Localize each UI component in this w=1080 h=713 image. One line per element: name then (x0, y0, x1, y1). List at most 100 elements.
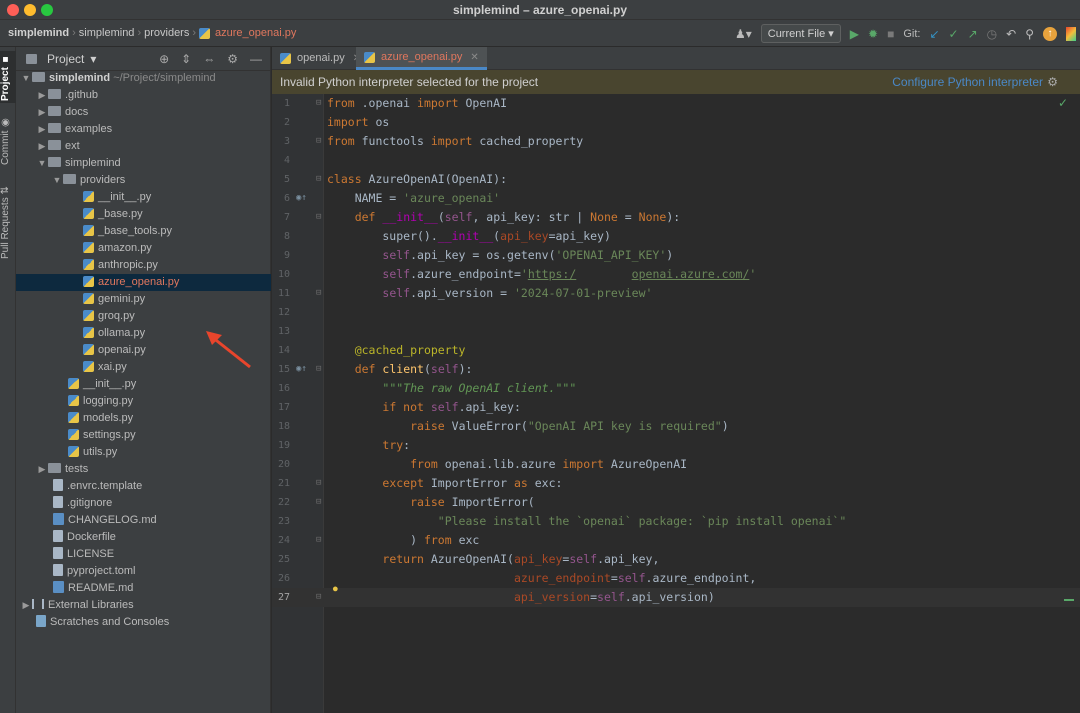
configure-interpreter-link[interactable]: Configure Python interpreter (892, 70, 1043, 94)
tree-item-file[interactable]: .envrc.template (16, 478, 271, 495)
tree-item-examples[interactable]: ▶ examples (16, 121, 271, 138)
gear-icon[interactable]: ⚙ (1047, 70, 1058, 94)
tree-item-file[interactable]: anthropic.py (16, 257, 271, 274)
tree-item-simplemind[interactable]: ▼ simplemind (16, 155, 271, 172)
tab-commit-toolwindow[interactable]: Commit ◉ (0, 115, 16, 167)
tree-item-file[interactable]: settings.py (16, 427, 271, 444)
tree-item-file[interactable]: logging.py (16, 393, 271, 410)
chevron-right-icon[interactable]: ▶ (36, 461, 48, 478)
code-line: 25 return AzureOpenAI(api_key=self.api_k… (272, 550, 1080, 569)
run-icon[interactable]: ▶ (850, 27, 859, 41)
locate-file-icon[interactable]: ⊕ (159, 52, 169, 66)
user-icon[interactable]: ♟▾ (735, 27, 752, 41)
tree-item-docs[interactable]: ▶ docs (16, 104, 271, 121)
tree-item-file[interactable]: Dockerfile (16, 529, 271, 546)
tab-project-toolwindow[interactable]: Project ■ (0, 51, 16, 103)
fold-marker-icon[interactable]: ⊟ (316, 493, 324, 512)
chevron-down-icon[interactable]: ▾ (90, 52, 96, 66)
tree-item-github[interactable]: ▶ .github (16, 87, 271, 104)
tree-item-file[interactable]: .gitignore (16, 495, 271, 512)
fold-marker-icon[interactable]: ⊟ (316, 94, 324, 113)
tree-item-external-libraries[interactable]: ▶ External Libraries (16, 597, 271, 614)
override-icon[interactable]: ◉↑ (296, 189, 307, 208)
tree-item-file[interactable]: __init__.py (16, 376, 271, 393)
git-commit-icon[interactable]: ✓ (949, 27, 959, 41)
fold-marker-icon[interactable]: ⊟ (316, 531, 324, 550)
tree-item-file[interactable]: CHANGELOG.md (16, 512, 271, 529)
code-line: 23 "Please install the `openai` package:… (272, 512, 1080, 531)
fold-marker-icon[interactable]: ⊟ (316, 360, 324, 379)
search-icon[interactable]: ⚲ (1025, 27, 1034, 41)
tab-azure-openai-py[interactable]: azure_openai.py ✕ (356, 47, 487, 70)
expand-all-icon[interactable]: ⇕ (181, 52, 191, 66)
chevron-down-icon[interactable]: ▼ (51, 172, 63, 189)
chevron-down-icon[interactable]: ▼ (20, 70, 32, 87)
chevron-right-icon[interactable]: ▶ (36, 121, 48, 138)
tab-pull-requests-toolwindow[interactable]: Pull Requests ⇅ (0, 183, 16, 263)
history-icon[interactable]: ◷ (987, 27, 997, 41)
tree-root-path: ~/Project/simplemind (113, 72, 216, 84)
fold-marker-icon[interactable]: ⊟ (316, 132, 324, 151)
chevron-right-icon[interactable]: ▶ (20, 597, 32, 614)
tree-item-file[interactable]: _base.py (16, 206, 271, 223)
tree-item-file[interactable]: amazon.py (16, 240, 271, 257)
project-panel-title[interactable]: Project (47, 52, 84, 66)
fold-marker-icon[interactable]: ⊟ (316, 208, 324, 227)
stop-icon[interactable]: ■ (887, 27, 894, 41)
chevron-right-icon[interactable]: ▶ (36, 104, 48, 121)
git-push-icon[interactable]: ↗ (968, 27, 978, 41)
tree-item-label: README.md (68, 582, 134, 594)
git-update-icon[interactable]: ↙ (929, 27, 939, 41)
tree-item-file[interactable]: groq.py (16, 308, 271, 325)
tree-item-file[interactable]: README.md (16, 580, 271, 597)
gear-icon[interactable]: ⚙ (227, 52, 238, 66)
hide-panel-icon[interactable]: — (250, 52, 262, 66)
debug-icon[interactable]: ✹ (868, 27, 878, 41)
fold-marker-icon[interactable]: ⊟ (316, 170, 324, 189)
fold-marker-icon[interactable]: ⊟ (316, 474, 324, 493)
chevron-right-icon[interactable]: ▶ (36, 87, 48, 104)
tree-item-label: .github (65, 89, 99, 101)
jetbrains-logo-icon[interactable] (1066, 26, 1076, 41)
run-configuration-select[interactable]: Current File ▾ (760, 24, 841, 43)
override-icon[interactable]: ◉↑ (296, 360, 307, 379)
python-file-icon (280, 53, 291, 64)
python-file-icon (68, 395, 79, 406)
tree-item-file[interactable]: _base_tools.py (16, 223, 271, 240)
tree-item-file[interactable]: pyproject.toml (16, 563, 271, 580)
tree-item-providers[interactable]: ▼ providers (16, 172, 271, 189)
chevron-right-icon: › (137, 27, 142, 39)
breadcrumb-item[interactable]: simplemind (79, 27, 135, 39)
collapse-all-icon[interactable]: ⇔ (203, 52, 215, 66)
fold-marker-icon[interactable]: ⊟ (316, 588, 324, 607)
code-line: 26 azure_endpoint=self.azure_endpoint, (272, 569, 1080, 588)
python-file-icon (68, 429, 79, 440)
tab-openai-py[interactable]: openai.py✕ (272, 47, 369, 70)
tree-item-file[interactable]: LICENSE (16, 546, 271, 563)
tree-item-file[interactable]: __init__.py (16, 189, 271, 206)
breadcrumb-item[interactable]: azure_openai.py (215, 27, 296, 39)
lightbulb-icon[interactable]: ● (332, 583, 339, 595)
tree-item-ext[interactable]: ▶ ext (16, 138, 271, 155)
close-icon[interactable]: ✕ (470, 46, 478, 69)
rollback-icon[interactable]: ↶ (1006, 27, 1016, 41)
fold-marker-icon[interactable]: ⊟ (316, 284, 324, 303)
tree-item-label: .gitignore (67, 497, 113, 509)
chevron-right-icon[interactable]: ▶ (36, 138, 48, 155)
tree-item-file-selected[interactable]: azure_openai.py (16, 274, 271, 291)
tree-item-scratches[interactable]: Scratches and Consoles (16, 614, 271, 631)
scroll-marker[interactable] (1064, 599, 1074, 601)
update-icon[interactable]: ↑ (1043, 26, 1057, 41)
tree-item-file[interactable]: utils.py (16, 444, 271, 461)
tree-item-file[interactable]: gemini.py (16, 291, 271, 308)
code-editor[interactable]: ✓ 1 ⊟ from .openai import OpenAI 2 import o… (272, 94, 1080, 713)
tool-tab-label: Commit (0, 130, 11, 166)
tree-root[interactable]: ▼ simplemind ~/Project/simplemind (16, 70, 271, 87)
breadcrumb-item[interactable]: providers (144, 27, 189, 39)
chevron-down-icon[interactable]: ▼ (36, 155, 48, 172)
tree-item-file[interactable]: models.py (16, 410, 271, 427)
tree-item-label: __init__.py (83, 378, 137, 390)
banner-message: Invalid Python interpreter selected for … (280, 75, 539, 89)
breadcrumb-item[interactable]: simplemind (8, 27, 69, 39)
tree-item-tests[interactable]: ▶ tests (16, 461, 271, 478)
